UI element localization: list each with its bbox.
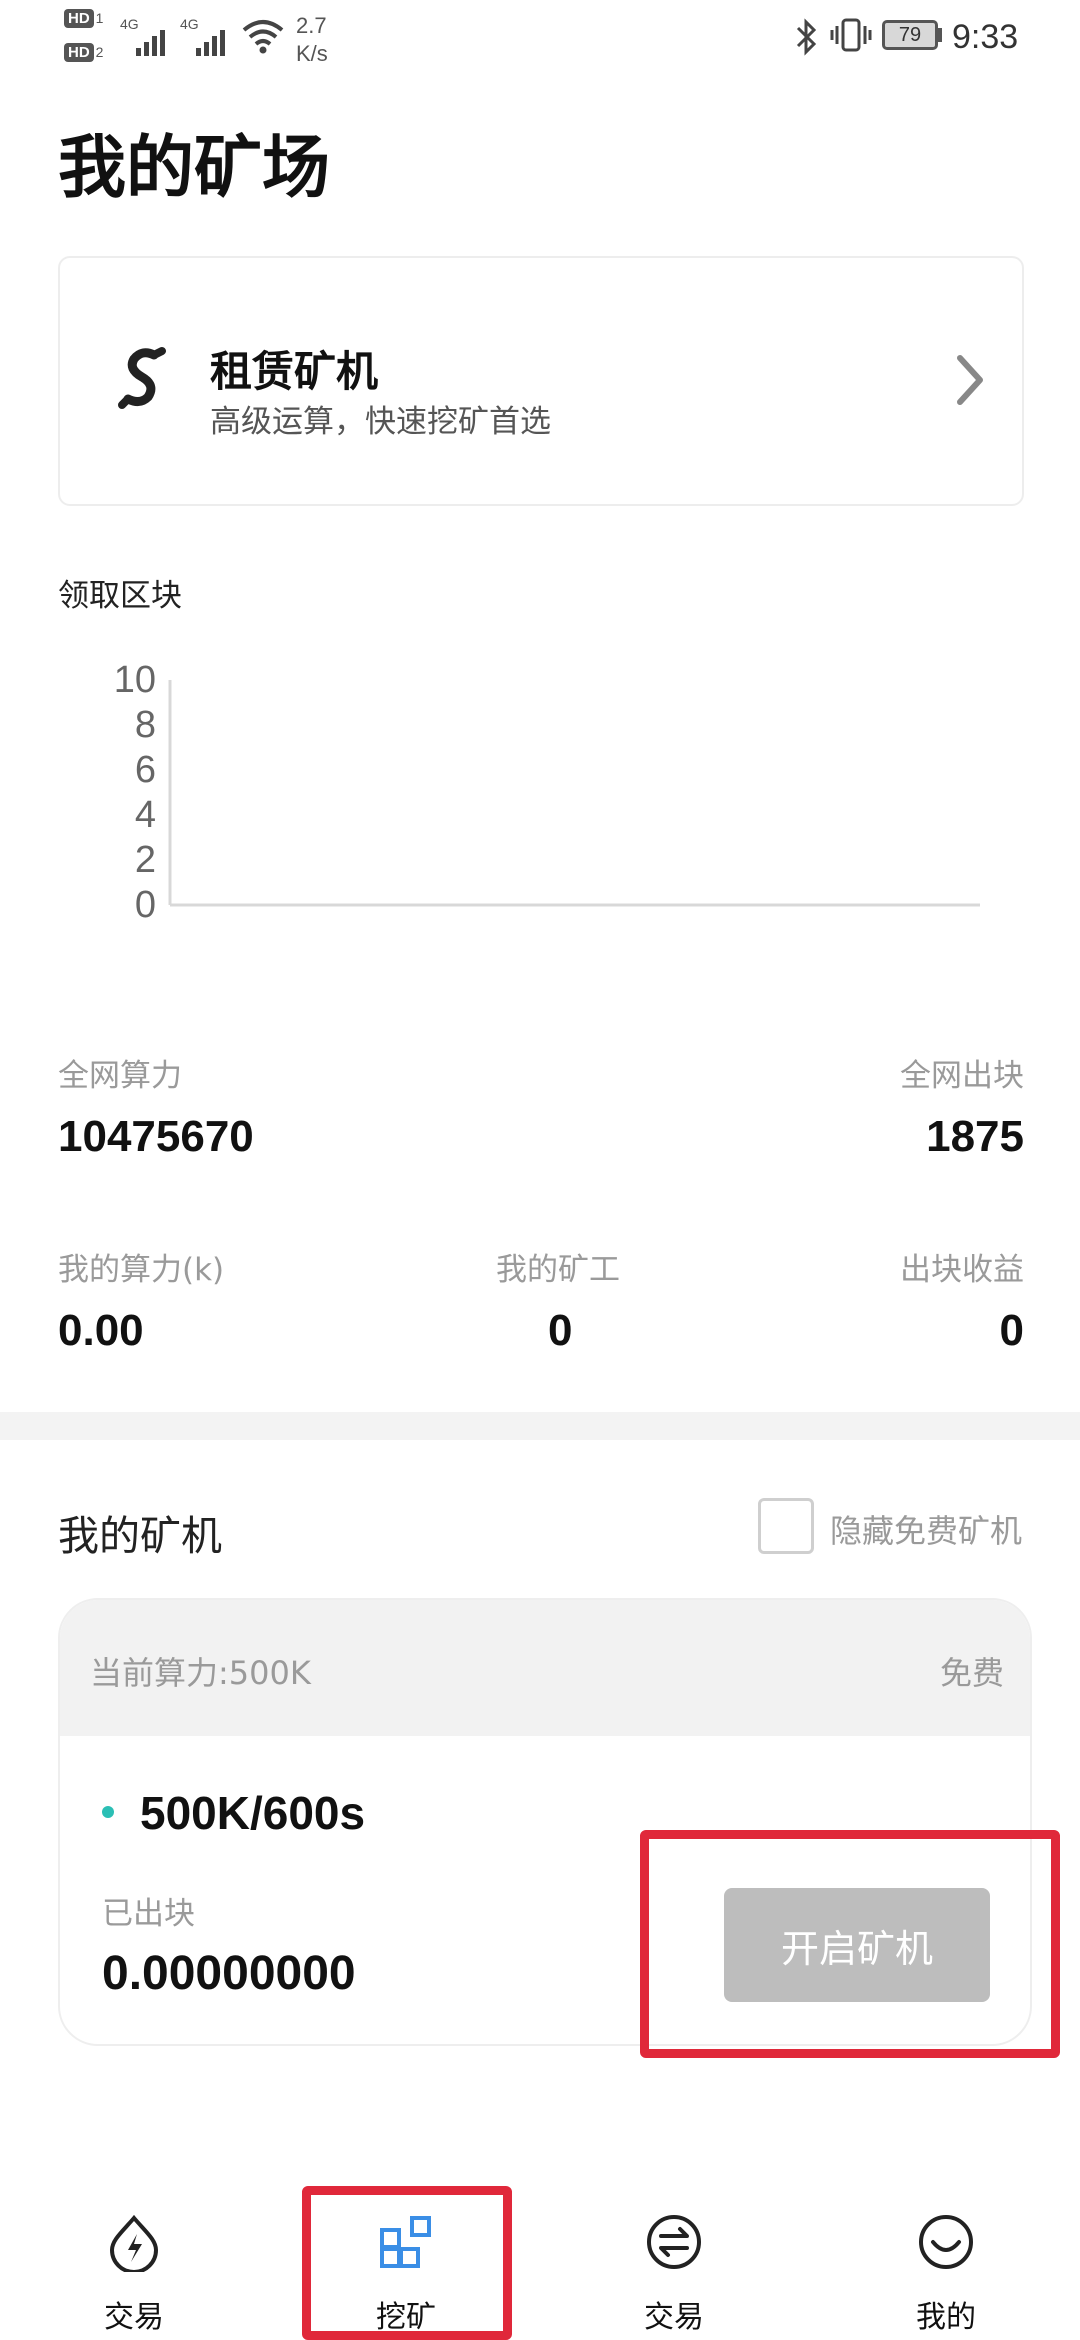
y-tick-label: 4 [135,794,156,836]
page-title: 我的矿场 [58,129,331,208]
rent-card-subtitle: 高级运算，快速挖矿首选 [210,404,551,440]
status-dot [102,1806,114,1818]
bluetooth-icon [796,18,817,56]
nav-label-exchange: 交易 [644,2300,704,2335]
my-power-value: 0.00 [58,1306,144,1355]
clock: 9:33 [952,18,1019,56]
section-divider [0,1412,1080,1440]
signal-bars-icon [136,30,165,56]
start-miner-button[interactable]: 开启矿机 [724,1888,990,2002]
rent-card-title: 租赁矿机 [210,347,379,396]
highlight-box-mining-tab [302,2186,512,2340]
mined-label: 已出块 [102,1896,195,1932]
mined-value: 0.00000000 [102,1947,356,2000]
my-miners-title: 我的矿机 [58,1512,222,1560]
battery-icon: 79 [882,20,938,50]
free-tag: 免费 [939,1654,1004,1692]
status-bar: HD 1 HD 2 4G 4G 2.7 K/s 79 9:33 [0,0,1080,76]
block-income-label: 出块收益 [900,1252,1024,1288]
miner-card-header: 当前算力:500K 免费 [60,1600,1030,1736]
lightning-circle-icon [109,2214,159,2272]
nav-label-trade: 交易 [104,2300,164,2335]
chevron-right-icon [957,355,983,405]
nav-item-mine[interactable]: 我的 [846,2180,1046,2340]
hd2-indicator: HD 2 [64,42,103,62]
current-power: 当前算力:500K [90,1654,311,1692]
nav-item-exchange[interactable]: 交易 [574,2180,774,2340]
network-power-label: 全网算力 [58,1058,182,1094]
signal-bars-icon [196,30,225,56]
network-blocks-value: 1875 [926,1112,1024,1161]
hide-free-label[interactable]: 隐藏免费矿机 [830,1506,1022,1552]
bottom-nav: 交易 挖矿 交易 我的 [0,2180,1080,2340]
block-income-value: 0 [999,1306,1024,1355]
nav-label-mine: 我的 [916,2300,976,2335]
chart-title: 领取区块 [58,578,182,614]
nav-item-trade[interactable]: 交易 [34,2180,234,2340]
rent-miner-card[interactable]: 租赁矿机 高级运算，快速挖矿首选 [58,256,1024,506]
y-tick-label: 10 [114,659,156,701]
my-miners-value: 0 [548,1306,573,1355]
y-tick-labels: 1086420 [114,659,156,926]
smile-face-icon [919,2215,973,2269]
network-speed: 2.7 K/s [296,13,328,66]
vibrate-icon [830,18,872,52]
wifi-icon [242,20,284,54]
battery-tip [938,28,942,42]
hide-free-checkbox[interactable] [758,1498,814,1554]
y-tick-label: 8 [135,704,156,746]
blocks-chart: 1086420 [114,659,980,926]
miner-rate: 500K/600s [140,1787,366,1839]
y-tick-label: 0 [135,884,156,926]
my-miners-label: 我的矿工 [496,1252,620,1288]
hd1-indicator: HD 1 [64,8,103,28]
network-blocks-label: 全网出块 [900,1058,1024,1094]
exchange-arrows-icon [647,2215,701,2269]
y-tick-label: 6 [135,749,156,791]
network-power-value: 10475670 [58,1112,254,1161]
dollar-swirl-icon [118,347,166,409]
my-power-label: 我的算力(k) [58,1252,225,1288]
y-tick-label: 2 [135,839,156,881]
